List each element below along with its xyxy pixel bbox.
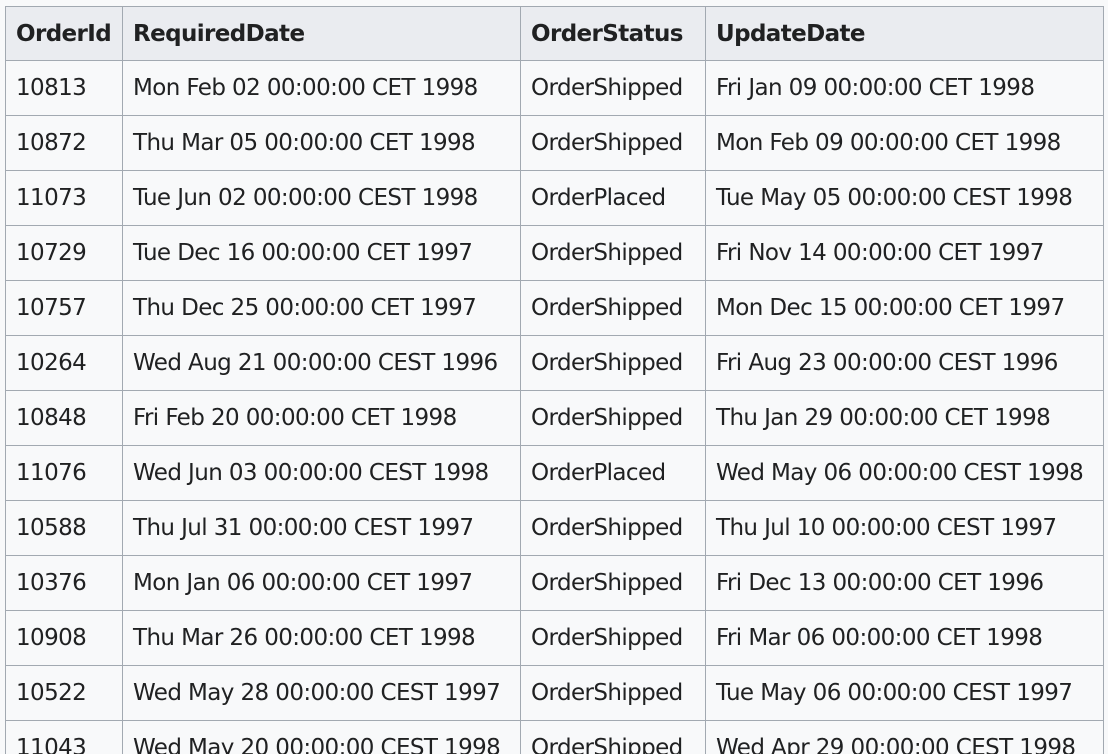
order-status-cell: OrderShipped (520, 225, 706, 281)
table-row: 10729 Tue Dec 16 00:00:00 CET 1997 OrderSh… (5, 225, 1104, 281)
orders-table: OrderId RequiredDate OrderStatus UpdateD… (5, 6, 1104, 754)
update-date-cell: Mon Feb 09 00:00:00 CET 1998 (705, 115, 1104, 171)
table-header-row: OrderId RequiredDate OrderStatus UpdateD… (5, 6, 1104, 61)
order-status-cell: OrderShipped (520, 665, 706, 721)
required-date-cell: Mon Feb 02 00:00:00 CET 1998 (122, 60, 521, 116)
table-row: 11073 Tue Jun 02 00:00:00 CEST 1998 OrderP… (5, 170, 1104, 226)
table-row: 10872 Thu Mar 05 00:00:00 CET 1998 OrderSh… (5, 115, 1104, 171)
order-id-cell: 10729 (5, 225, 123, 281)
table-row: 10848 Fri Feb 20 00:00:00 CET 1998 OrderSh… (5, 390, 1104, 446)
update-date-cell: Thu Jul 10 00:00:00 CEST 1997 (705, 500, 1104, 556)
required-date-cell: Wed May 28 00:00:00 CEST 1997 (122, 665, 521, 721)
order-status-cell: OrderShipped (520, 610, 706, 666)
required-date-cell: Wed Jun 03 00:00:00 CEST 1998 (122, 445, 521, 501)
required-date-cell: Thu Mar 26 00:00:00 CET 1998 (122, 610, 521, 666)
update-date-cell: Fri Jan 09 00:00:00 CET 1998 (705, 60, 1104, 116)
required-date-cell: Thu Dec 25 00:00:00 CET 1997 (122, 280, 521, 336)
table-viewport: OrderId RequiredDate OrderStatus UpdateD… (5, 6, 1108, 754)
required-date-cell: Mon Jan 06 00:00:00 CET 1997 (122, 555, 521, 611)
update-date-cell: Wed Apr 29 00:00:00 CEST 1998 (705, 720, 1104, 754)
table-row: 10588 Thu Jul 31 00:00:00 CEST 1997 OrderS… (5, 500, 1104, 556)
table-body: 10813 Mon Feb 02 00:00:00 CET 1998 OrderSh… (5, 60, 1104, 754)
order-id-cell: 11073 (5, 170, 123, 226)
column-header-requireddate: RequiredDate (122, 6, 521, 61)
column-header-orderid: OrderId (5, 6, 123, 61)
order-status-cell: OrderPlaced (520, 445, 706, 501)
required-date-cell: Wed Aug 21 00:00:00 CEST 1996 (122, 335, 521, 391)
table-row: 10757 Thu Dec 25 00:00:00 CET 1997 OrderSh… (5, 280, 1104, 336)
table-row: 10813 Mon Feb 02 00:00:00 CET 1998 OrderSh… (5, 60, 1104, 116)
order-id-cell: 10264 (5, 335, 123, 391)
update-date-cell: Fri Mar 06 00:00:00 CET 1998 (705, 610, 1104, 666)
required-date-cell: Tue Dec 16 00:00:00 CET 1997 (122, 225, 521, 281)
order-status-cell: OrderShipped (520, 390, 706, 446)
table-row: 10908 Thu Mar 26 00:00:00 CET 1998 OrderSh… (5, 610, 1104, 666)
order-status-cell: OrderShipped (520, 720, 706, 754)
order-id-cell: 10757 (5, 280, 123, 336)
table-row: 10376 Mon Jan 06 00:00:00 CET 1997 OrderSh… (5, 555, 1104, 611)
update-date-cell: Mon Dec 15 00:00:00 CET 1997 (705, 280, 1104, 336)
table-row: 10522 Wed May 28 00:00:00 CEST 1997 OrderS… (5, 665, 1104, 721)
update-date-cell: Tue May 05 00:00:00 CEST 1998 (705, 170, 1104, 226)
update-date-cell: Wed May 06 00:00:00 CEST 1998 (705, 445, 1104, 501)
table-row: 11043 Wed May 20 00:00:00 CEST 1998 OrderS… (5, 720, 1104, 754)
order-id-cell: 10813 (5, 60, 123, 116)
update-date-cell: Fri Nov 14 00:00:00 CET 1997 (705, 225, 1104, 281)
order-id-cell: 10848 (5, 390, 123, 446)
required-date-cell: Wed May 20 00:00:00 CEST 1998 (122, 720, 521, 754)
table-row: 11076 Wed Jun 03 00:00:00 CEST 1998 OrderP… (5, 445, 1104, 501)
update-date-cell: Fri Aug 23 00:00:00 CEST 1996 (705, 335, 1104, 391)
required-date-cell: Thu Jul 31 00:00:00 CEST 1997 (122, 500, 521, 556)
column-header-updatedate: UpdateDate (705, 6, 1104, 61)
order-status-cell: OrderShipped (520, 335, 706, 391)
order-status-cell: OrderShipped (520, 280, 706, 336)
required-date-cell: Tue Jun 02 00:00:00 CEST 1998 (122, 170, 521, 226)
update-date-cell: Tue May 06 00:00:00 CEST 1997 (705, 665, 1104, 721)
required-date-cell: Thu Mar 05 00:00:00 CET 1998 (122, 115, 521, 171)
order-status-cell: OrderShipped (520, 115, 706, 171)
order-id-cell: 11043 (5, 720, 123, 754)
order-id-cell: 10376 (5, 555, 123, 611)
order-id-cell: 11076 (5, 445, 123, 501)
table-row: 10264 Wed Aug 21 00:00:00 CEST 1996 OrderS… (5, 335, 1104, 391)
required-date-cell: Fri Feb 20 00:00:00 CET 1998 (122, 390, 521, 446)
order-status-cell: OrderShipped (520, 500, 706, 556)
update-date-cell: Thu Jan 29 00:00:00 CET 1998 (705, 390, 1104, 446)
order-status-cell: OrderShipped (520, 60, 706, 116)
column-header-orderstatus: OrderStatus (520, 6, 706, 61)
order-id-cell: 10908 (5, 610, 123, 666)
order-status-cell: OrderPlaced (520, 170, 706, 226)
order-id-cell: 10588 (5, 500, 123, 556)
order-id-cell: 10872 (5, 115, 123, 171)
update-date-cell: Fri Dec 13 00:00:00 CET 1996 (705, 555, 1104, 611)
order-status-cell: OrderShipped (520, 555, 706, 611)
order-id-cell: 10522 (5, 665, 123, 721)
